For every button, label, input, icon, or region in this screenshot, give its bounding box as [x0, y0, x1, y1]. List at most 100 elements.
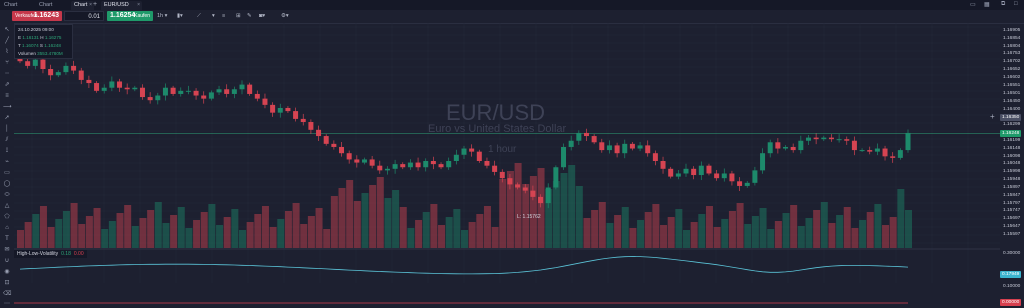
chart-type-icon[interactable]: ▮▾ [177, 12, 183, 20]
timeframe-select[interactable]: 1h ▾ [157, 12, 167, 20]
circle-icon[interactable]: ◯ [3, 180, 11, 188]
trash-icon[interactable]: ⌫ [3, 290, 11, 298]
volume-bar [721, 219, 729, 248]
text-icon[interactable]: T [3, 235, 11, 243]
candle-body [706, 165, 712, 174]
magnet-icon[interactable]: ∪ [3, 257, 11, 265]
volume-bar [24, 222, 32, 248]
candle-body [170, 87, 176, 94]
buy-button[interactable]: 1.16254 Kaufen [107, 11, 153, 21]
open-label: E [18, 35, 22, 40]
candle-body [576, 132, 582, 141]
ellipse-icon[interactable]: ⬭ [3, 191, 11, 199]
level-icon[interactable]: ≡ [3, 92, 11, 100]
candle-body [844, 139, 850, 141]
volume-bar [261, 206, 269, 248]
candle-body [254, 93, 260, 99]
maximize-icon[interactable]: □ [1014, 1, 1018, 7]
candle-body [629, 143, 635, 149]
settings-icon[interactable]: ⚙▾ [281, 12, 289, 20]
tile-icon[interactable]: ▦ [984, 1, 990, 8]
buy-label: Kaufen [134, 13, 150, 19]
candle-body [752, 170, 758, 183]
volume-bar [415, 220, 423, 248]
draw-tools-dropdown[interactable]: ▾ [202, 12, 220, 20]
tab-chart-1[interactable]: Chart [1, 1, 26, 10]
candle-body [469, 148, 475, 152]
add-alert-icon[interactable]: + [990, 112, 995, 121]
axis-tick: 1.16148 [1003, 145, 1021, 151]
arrow-icon[interactable]: ➚ [3, 114, 11, 122]
volume-bar [315, 208, 323, 248]
tab-eurusd[interactable]: EUR/USD × [101, 1, 142, 10]
more-tools-icon[interactable]: ⋯ [3, 300, 11, 308]
volume-bar [384, 198, 392, 248]
camera-icon[interactable]: ◙▾ [259, 12, 265, 20]
candle-body [805, 137, 811, 141]
volume-bar [32, 214, 40, 248]
info-date: 24.10.2025 09:00 [18, 27, 54, 32]
measure-icon[interactable]: ⟟ [3, 147, 11, 155]
candle-body [683, 168, 689, 174]
quantity-input[interactable]: 0.01 [64, 11, 104, 21]
sell-button[interactable]: Verkaufen 1.16243 [12, 11, 62, 21]
volume-bar [514, 163, 522, 248]
candle-body [568, 140, 574, 147]
ray-icon[interactable]: ⇗ [3, 81, 11, 89]
close-icon[interactable]: × [89, 1, 92, 10]
candle-body [675, 173, 681, 177]
candle-body [400, 164, 406, 168]
trendline-icon[interactable]: ╱ [3, 37, 11, 45]
volume-bar [47, 227, 55, 248]
price-chart[interactable] [14, 23, 1000, 308]
fib-icon[interactable]: ⌂ [3, 224, 11, 232]
polygon-icon[interactable]: ⬠ [3, 213, 11, 221]
toolbar [0, 10, 1024, 24]
brush-icon[interactable]: ⌇ [3, 48, 11, 56]
horizontal-ray-icon[interactable]: ⟶ [3, 103, 12, 111]
tab-chart-3[interactable]: Chart × [71, 1, 94, 10]
drawing-icon[interactable]: ≡ [222, 12, 225, 20]
indicator-name: High-Low-Volatility [17, 251, 59, 257]
vertical-line-icon[interactable]: │ [3, 125, 11, 133]
volume-bar [683, 230, 690, 248]
tab-bar: Chart Chart Chart × + EUR/USD × ▭ ▦ ⧉ □ [0, 0, 1024, 10]
volume-bar [70, 203, 78, 248]
close-icon[interactable]: × [137, 1, 140, 10]
volume-bar [353, 201, 361, 248]
axis-tick: 1.16299 [1003, 122, 1021, 128]
indicator-axis-tick: 0.30000 [1003, 251, 1021, 257]
price-axis[interactable]: 1.16905 1.16854 1.16804 1.16753 1.16702 1.166… [1000, 23, 1024, 308]
volume-bar [55, 219, 63, 248]
restore-icon[interactable]: ⧉ [1001, 1, 1005, 8]
minimize-icon[interactable]: ▭ [970, 1, 976, 8]
axis-tick: 1.16804 [1003, 43, 1021, 49]
edit-icon[interactable]: ✎ [247, 12, 252, 20]
volume-bar [767, 229, 775, 248]
horizontal-line-icon[interactable]: ┄ [3, 70, 11, 78]
volume-bar [644, 212, 652, 248]
triangle-icon[interactable]: △ [3, 202, 11, 210]
candle-body [897, 150, 903, 158]
lock-icon[interactable]: ⊡ [3, 279, 11, 287]
channel-icon[interactable]: ⫽ [3, 136, 11, 144]
indicator-legend[interactable]: High-Low-Volatility 0.18 0.00 [14, 250, 87, 258]
indicators-icon[interactable]: ⟋ [197, 12, 201, 20]
axis-tick: 1.15847 [1003, 192, 1021, 198]
indicator-current-tag: 0.17949 [1000, 270, 1022, 278]
candle-body [583, 132, 589, 137]
tab-chart-2[interactable]: Chart [36, 1, 61, 10]
current-price-tag: 1.16248 [1000, 129, 1022, 137]
axis-tick: 1.15647 [1003, 223, 1021, 229]
volume-bar [614, 215, 622, 248]
volume-bar [843, 207, 851, 248]
rectangle-icon[interactable]: ▭ [3, 169, 11, 177]
add-tab-icon[interactable]: + [93, 1, 97, 9]
eye-icon[interactable]: ◉ [3, 268, 11, 276]
path-icon[interactable]: ⌁ [3, 158, 11, 166]
indicator-value-a: 0.18 [61, 251, 71, 257]
cursor-icon[interactable]: ↖ [3, 26, 11, 34]
pitchfork-icon[interactable]: ⑂ [3, 59, 11, 67]
note-icon[interactable]: ✉ [3, 246, 11, 254]
template-icon[interactable]: ⊞ [236, 12, 241, 20]
